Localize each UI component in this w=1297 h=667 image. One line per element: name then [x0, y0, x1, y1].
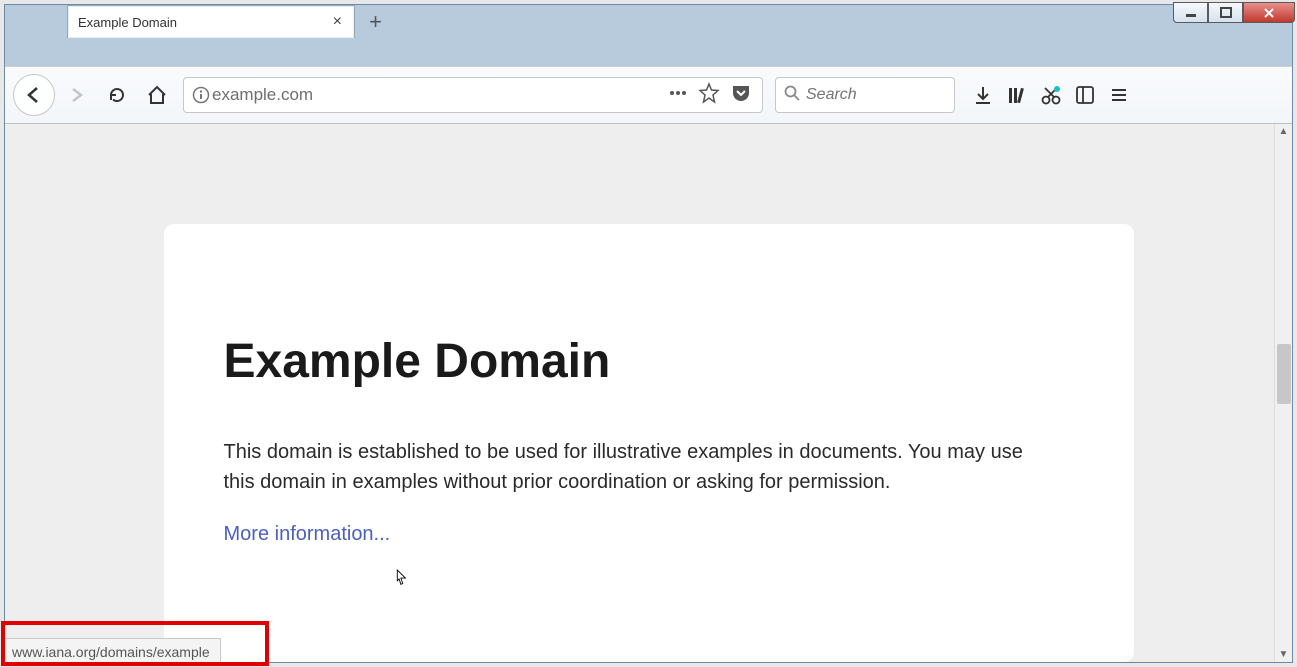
page-heading: Example Domain	[224, 334, 1074, 389]
tab-close-icon[interactable]: ×	[331, 13, 344, 31]
pocket-icon[interactable]	[730, 82, 752, 109]
site-identity-icon[interactable]	[190, 86, 212, 104]
new-tab-button[interactable]: +	[359, 5, 392, 38]
home-button[interactable]	[139, 77, 175, 113]
reload-button[interactable]	[99, 77, 135, 113]
window-close-button[interactable]	[1243, 2, 1295, 23]
address-bar[interactable]: example.com	[183, 77, 763, 113]
menu-icon[interactable]	[1107, 83, 1131, 107]
back-button[interactable]	[13, 74, 55, 116]
page-paragraph: This domain is established to be used fo…	[224, 437, 1034, 497]
tab-active[interactable]: Example Domain ×	[67, 5, 355, 38]
more-information-link[interactable]: More information...	[224, 523, 391, 545]
maximize-icon	[1220, 7, 1232, 19]
tab-strip: Example Domain × +	[67, 5, 392, 38]
titlebar: Example Domain × +	[5, 5, 1292, 33]
search-icon	[784, 85, 800, 106]
page-content-card: Example Domain This domain is establishe…	[164, 224, 1134, 662]
page-actions	[664, 82, 756, 109]
tab-title: Example Domain	[78, 15, 331, 30]
sidebar-icon[interactable]	[1073, 83, 1097, 107]
vertical-scrollbar[interactable]: ▲ ▼	[1274, 124, 1292, 662]
screenshot-icon[interactable]	[1039, 83, 1063, 107]
close-icon	[1262, 6, 1276, 20]
window-controls	[1173, 2, 1295, 23]
content-viewport: Example Domain This domain is establishe…	[5, 124, 1292, 662]
reload-icon	[107, 85, 127, 105]
forward-arrow-icon	[67, 85, 87, 105]
scrollbar-thumb[interactable]	[1277, 344, 1291, 404]
downloads-icon[interactable]	[971, 83, 995, 107]
search-bar[interactable]	[775, 77, 955, 113]
back-arrow-icon	[23, 84, 45, 106]
library-icon[interactable]	[1005, 83, 1029, 107]
forward-button[interactable]	[59, 77, 95, 113]
scroll-up-icon[interactable]: ▲	[1277, 124, 1291, 139]
window-minimize-button[interactable]	[1173, 2, 1208, 23]
status-bar-link-preview: www.iana.org/domains/example	[1, 638, 221, 666]
info-icon	[192, 86, 210, 104]
window-maximize-button[interactable]	[1208, 2, 1243, 23]
minimize-icon	[1185, 7, 1197, 19]
nav-toolbar: example.com	[5, 66, 1292, 124]
browser-window: Example Domain × +	[4, 4, 1293, 663]
bookmark-star-icon[interactable]	[698, 82, 720, 109]
scroll-down-icon[interactable]: ▼	[1277, 647, 1291, 662]
url-text[interactable]: example.com	[212, 85, 664, 105]
page-actions-menu-icon[interactable]	[668, 83, 688, 108]
home-icon	[146, 84, 168, 106]
toolbar-right-icons	[963, 83, 1131, 107]
